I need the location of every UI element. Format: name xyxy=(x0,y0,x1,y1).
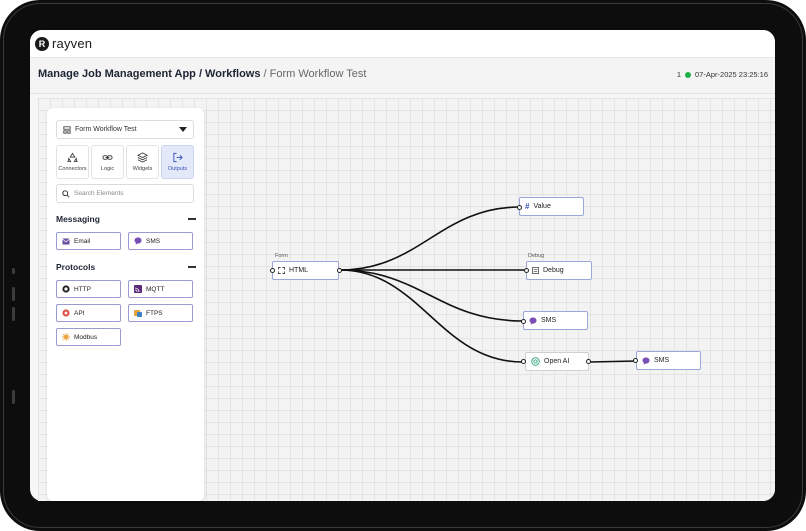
node-label: SMS xyxy=(541,317,557,324)
node-label: HTML xyxy=(289,267,309,274)
element-label: SMS xyxy=(146,237,161,245)
tab-connectors[interactable]: Connectors xyxy=(56,145,89,179)
node-sms-2[interactable]: SMS xyxy=(636,351,701,370)
email-icon xyxy=(62,237,70,245)
status-indicator: 1 07-Apr-2025 23:25:16 xyxy=(677,70,768,79)
node-label: SMS xyxy=(654,357,670,364)
element-label: Email xyxy=(74,237,91,245)
tablet-frame: R rayven Manage Job Management App / Wor… xyxy=(0,0,806,531)
tab-label: Logic xyxy=(100,166,115,172)
workflow-select-value: Form Workflow Test xyxy=(75,126,137,133)
modbus-icon xyxy=(62,333,70,341)
node-port-in[interactable] xyxy=(521,319,526,324)
breadcrumb-path[interactable]: Manage Job Management App / Workflows xyxy=(38,68,260,80)
side-button xyxy=(12,390,15,404)
node-caption-form: Form xyxy=(275,253,288,259)
section-title-protocols: Protocols xyxy=(56,262,96,272)
node-value[interactable]: # Value xyxy=(519,197,584,216)
http-icon xyxy=(62,285,70,293)
status-timestamp: 07-Apr-2025 23:25:16 xyxy=(695,70,768,79)
node-port-out[interactable] xyxy=(586,359,591,364)
node-sms[interactable]: SMS xyxy=(523,311,588,330)
tab-label: Outputs xyxy=(167,166,188,172)
elements-panel: Form Workflow Test Connectors Logic Widg… xyxy=(47,108,204,501)
api-icon xyxy=(62,309,70,317)
node-port-in[interactable] xyxy=(517,205,522,210)
node-html[interactable]: HTML xyxy=(272,261,339,280)
search-box xyxy=(56,184,194,203)
chat-icon xyxy=(134,237,142,245)
element-mqtt[interactable]: MQTT xyxy=(128,280,193,298)
status-count: 1 xyxy=(676,70,682,79)
mqtt-icon xyxy=(134,285,142,293)
hash-icon: # xyxy=(525,202,530,211)
debug-icon xyxy=(532,267,539,274)
logo-mark: R xyxy=(35,36,49,51)
tab-outputs[interactable]: Outputs xyxy=(161,145,194,179)
workflow-select[interactable]: Form Workflow Test xyxy=(56,120,194,139)
node-port-out[interactable] xyxy=(337,268,342,273)
output-icon xyxy=(173,152,183,163)
status-dot-icon xyxy=(685,71,692,78)
node-openai[interactable]: Open AI xyxy=(525,352,589,371)
element-sms[interactable]: SMS xyxy=(128,232,193,250)
layers-icon xyxy=(137,152,148,163)
tab-logic[interactable]: Logic xyxy=(91,145,124,179)
node-port-in[interactable] xyxy=(524,268,529,273)
node-label: Debug xyxy=(543,267,564,274)
recycle-icon xyxy=(67,152,78,163)
node-port-in[interactable] xyxy=(521,359,526,364)
link-icon xyxy=(102,155,113,160)
element-label: Modbus xyxy=(74,333,98,341)
element-tabs: Connectors Logic Widgets Outputs xyxy=(56,145,194,179)
expand-icon xyxy=(278,267,285,274)
section-title-messaging: Messaging xyxy=(56,214,100,224)
element-label: MQTT xyxy=(146,285,165,293)
element-modbus[interactable]: Modbus xyxy=(56,328,121,346)
element-label: FTPS xyxy=(146,309,163,317)
side-button xyxy=(12,307,15,321)
logo-text: rayven xyxy=(52,36,93,51)
breadcrumb: Manage Job Management App / Workflows / … xyxy=(38,68,366,80)
breadcrumb-separator: / xyxy=(260,68,270,80)
node-port-in[interactable] xyxy=(633,358,638,363)
node-label: Open AI xyxy=(544,358,570,365)
element-email[interactable]: Email xyxy=(56,232,121,250)
page-header: Manage Job Management App / Workflows / … xyxy=(30,58,775,94)
search-icon xyxy=(62,189,70,198)
element-label: HTTP xyxy=(74,285,91,293)
side-button xyxy=(12,268,15,274)
element-http[interactable]: HTTP xyxy=(56,280,121,298)
tab-label: Connectors xyxy=(58,166,87,172)
element-label: API xyxy=(74,309,85,317)
collapse-messaging-icon[interactable] xyxy=(188,218,196,220)
node-port-in[interactable] xyxy=(270,268,275,273)
node-debug[interactable]: Debug xyxy=(526,261,592,280)
element-api[interactable]: API xyxy=(56,304,121,322)
openai-icon xyxy=(531,357,540,366)
workflow-icon xyxy=(63,125,71,134)
top-bar: R rayven xyxy=(30,30,775,58)
element-ftps[interactable]: FTPS xyxy=(128,304,193,322)
app-logo[interactable]: R rayven xyxy=(35,36,92,51)
chat-icon xyxy=(529,317,537,324)
collapse-protocols-icon[interactable] xyxy=(188,266,196,268)
breadcrumb-current: Form Workflow Test xyxy=(269,68,367,80)
tab-label: Widgets xyxy=(132,166,153,172)
chevron-down-icon xyxy=(179,127,187,132)
tab-widgets[interactable]: Widgets xyxy=(126,145,159,179)
ftps-icon xyxy=(134,309,142,317)
node-caption-debug: Debug xyxy=(528,253,545,259)
search-input[interactable] xyxy=(74,190,184,197)
chat-icon xyxy=(642,357,650,364)
side-button xyxy=(12,287,15,301)
node-label: Value xyxy=(533,203,551,210)
